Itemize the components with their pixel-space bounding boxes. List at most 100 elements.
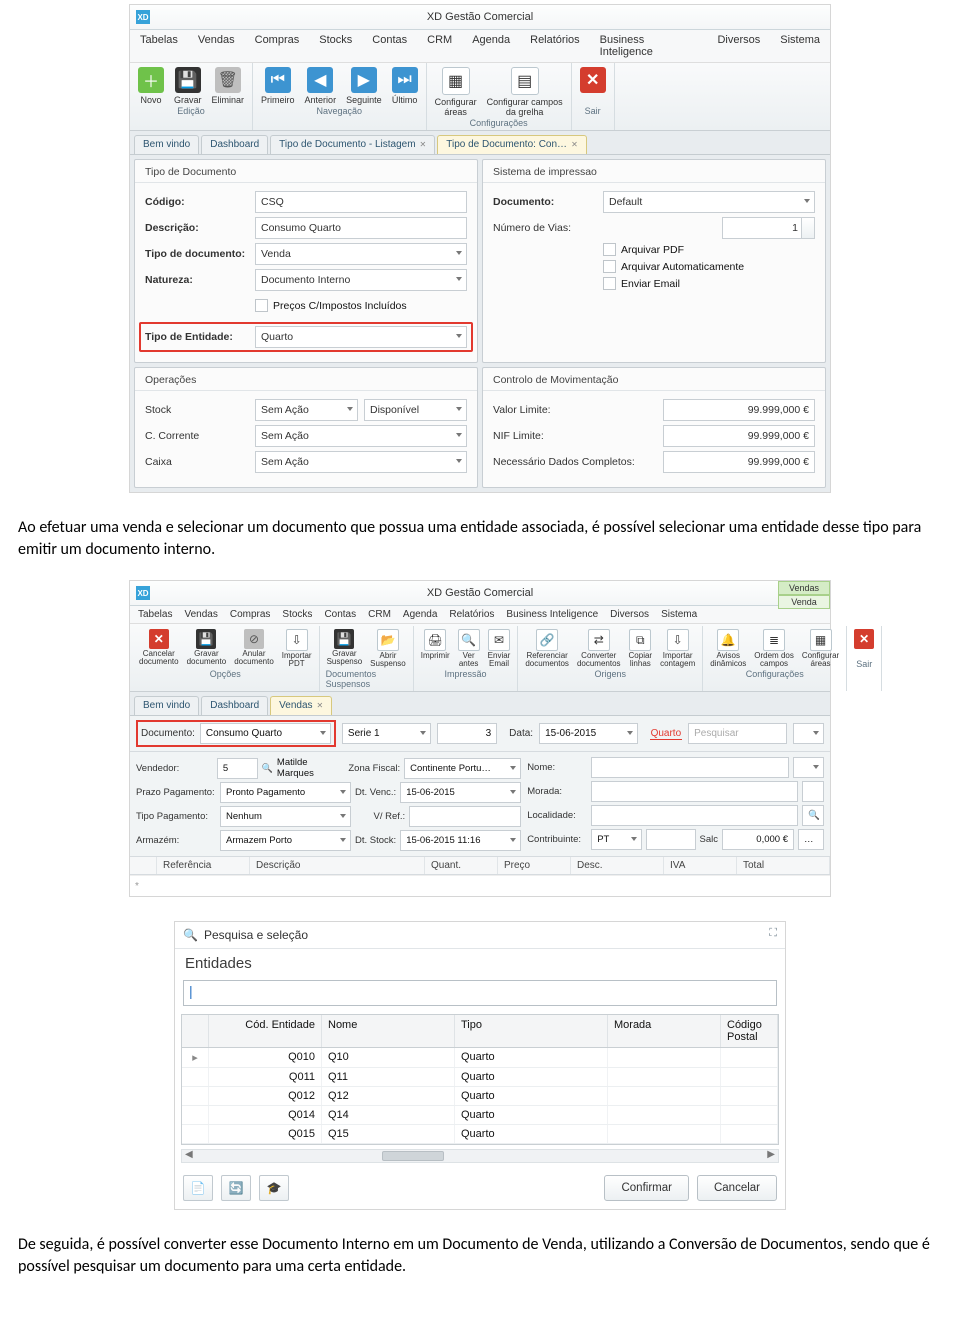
vias-spinner[interactable]: 1: [722, 217, 815, 239]
dados-completos-input[interactable]: 99.999,000 €: [663, 451, 815, 473]
menu-diversos[interactable]: Diversos: [610, 609, 649, 620]
menu-stocks[interactable]: Stocks: [282, 609, 312, 620]
scrollbar-thumb[interactable]: [382, 1151, 444, 1161]
novo-button[interactable]: ＋Novo: [136, 65, 166, 105]
stock-disp-select[interactable]: Disponível: [364, 399, 467, 421]
menu-vendas[interactable]: Vendas: [198, 34, 235, 58]
contrib-prefix[interactable]: PT: [591, 829, 642, 850]
tab-dashboard[interactable]: Dashboard: [201, 696, 268, 715]
tab-bemvindo[interactable]: Bem vindo: [134, 696, 199, 715]
table-row[interactable]: Q012Q12Quarto: [182, 1087, 778, 1106]
codigo-input[interactable]: CSQ: [255, 191, 467, 213]
cancelar-doc-button[interactable]: ✕Cancelar documento: [138, 628, 180, 668]
arquivar-auto-checkbox[interactable]: Arquivar Automaticamente: [603, 260, 815, 273]
context-tab-venda[interactable]: Venda: [778, 595, 830, 609]
menu-relatorios[interactable]: Relatórios: [449, 609, 494, 620]
tab-vendas[interactable]: Vendas✕: [270, 696, 332, 715]
vendedor-id[interactable]: 5: [217, 758, 258, 779]
close-tab-icon[interactable]: ✕: [571, 140, 578, 149]
lines-grid-body[interactable]: *: [130, 875, 830, 896]
pesquisar-input[interactable]: Pesquisar: [688, 723, 787, 744]
new-icon-button[interactable]: 📄: [183, 1175, 213, 1201]
copiar-linhas-button[interactable]: ⧉Copiar linhas: [628, 628, 654, 668]
table-row[interactable]: ▸Q010Q10Quarto: [182, 1048, 778, 1068]
menu-diversos[interactable]: Diversos: [717, 34, 760, 58]
contrib-input[interactable]: [646, 829, 695, 850]
tab-dashboard[interactable]: Dashboard: [201, 135, 268, 154]
avisos-button[interactable]: 🔔Avisos dinâmicos: [709, 628, 747, 668]
pesquisar-dd[interactable]: [793, 723, 824, 744]
cancelar-button[interactable]: Cancelar: [697, 1175, 777, 1201]
menu-compras[interactable]: Compras: [255, 34, 300, 58]
enviar-email-checkbox[interactable]: Enviar Email: [603, 277, 815, 290]
importar-contagem-button[interactable]: ⇩Importar contagem: [659, 628, 696, 668]
refresh-icon-button[interactable]: 🔄: [221, 1175, 251, 1201]
valor-limite-input[interactable]: 99.999,000 €: [663, 399, 815, 421]
ordem-campos-button[interactable]: ≣Ordem dos campos: [753, 628, 795, 668]
morada-plus[interactable]: [802, 781, 824, 802]
context-tab-vendas[interactable]: Vendas: [778, 581, 830, 595]
stock-select[interactable]: Sem Ação: [255, 399, 358, 421]
vref-input[interactable]: [409, 806, 521, 827]
localidade-search[interactable]: 🔍: [802, 805, 824, 826]
dialog-close-button[interactable]: ⛶: [769, 927, 777, 940]
anular-doc-button[interactable]: ⊘Anular documento: [233, 628, 275, 668]
config-campos-button[interactable]: ▤Configurar campos da grelha: [485, 65, 565, 117]
arquivar-pdf-checkbox[interactable]: Arquivar PDF: [603, 243, 815, 256]
config-areas-button[interactable]: ▦Configurar áreas: [433, 65, 479, 117]
caixa-select[interactable]: Sem Ação: [255, 451, 467, 473]
menu-contas[interactable]: Contas: [324, 609, 356, 620]
converter-button[interactable]: ⇄Converter documentos: [576, 628, 622, 668]
menu-bi[interactable]: Business Inteligence: [600, 34, 698, 58]
num-input[interactable]: 3: [437, 723, 497, 744]
tab-listagem[interactable]: Tipo de Documento - Listagem✕: [270, 135, 435, 154]
localidade-input[interactable]: [591, 805, 798, 826]
nome-input[interactable]: [591, 757, 789, 778]
seguinte-button[interactable]: ▶Seguinte: [344, 65, 384, 105]
tipo-doc-select[interactable]: Venda: [255, 243, 467, 265]
menu-crm[interactable]: CRM: [368, 609, 391, 620]
eliminar-button[interactable]: 🗑Eliminar: [210, 65, 247, 105]
confirmar-button[interactable]: Confirmar: [604, 1175, 688, 1201]
anterior-button[interactable]: ◀Anterior: [303, 65, 339, 105]
tab-bemvindo[interactable]: Bem vindo: [134, 135, 199, 154]
documento-select[interactable]: Consumo Quarto: [200, 723, 331, 744]
abrir-susp-button[interactable]: 📂Abrir Suspenso: [369, 628, 407, 668]
gravar-doc-button[interactable]: 💾Gravar documento: [186, 628, 228, 668]
natureza-select[interactable]: Documento Interno: [255, 269, 467, 291]
referenciar-button[interactable]: 🔗Referenciar documentos: [524, 628, 570, 668]
tipo-entidade-select[interactable]: Quarto: [255, 326, 467, 348]
menu-vendas[interactable]: Vendas: [184, 609, 217, 620]
menu-crm[interactable]: CRM: [427, 34, 452, 58]
menu-sistema[interactable]: Sistema: [661, 609, 697, 620]
descricao-input[interactable]: Consumo Quarto: [255, 217, 467, 239]
prazo-pag-select[interactable]: Pronto Pagamento: [220, 782, 351, 803]
menu-relatorios[interactable]: Relatórios: [530, 34, 580, 58]
ver-antes-button[interactable]: 🔍Ver antes: [457, 628, 481, 668]
serie-select[interactable]: Serie 1: [342, 723, 431, 744]
table-row[interactable]: Q014Q14Quarto: [182, 1106, 778, 1125]
primeiro-button[interactable]: ⏮Primeiro: [259, 65, 297, 105]
importar-pdt-button[interactable]: ⇩Importar PDT: [281, 628, 313, 668]
precos-checkbox[interactable]: Preços C/Impostos Incluídos: [255, 299, 407, 312]
menu-agenda[interactable]: Agenda: [403, 609, 437, 620]
table-row[interactable]: Q015Q15Quarto: [182, 1125, 778, 1144]
cap-icon-button[interactable]: 🎓: [259, 1175, 289, 1201]
config-areas-button[interactable]: ▦Configurar áreas: [801, 628, 840, 668]
doc-impressao-select[interactable]: Default: [603, 191, 815, 213]
enviar-email-button[interactable]: ✉Enviar Email: [487, 628, 512, 668]
sair-button[interactable]: ✕: [853, 628, 875, 658]
tab-tipodoc[interactable]: Tipo de Documento: Con…✕: [437, 135, 587, 154]
cc-select[interactable]: Sem Ação: [255, 425, 467, 447]
menu-bi[interactable]: Business Inteligence: [506, 609, 598, 620]
dt-venc-input[interactable]: 15-06-2015: [400, 782, 521, 803]
armazem-select[interactable]: Armazem Porto: [220, 830, 351, 851]
menu-agenda[interactable]: Agenda: [472, 34, 510, 58]
menu-sistema[interactable]: Sistema: [780, 34, 820, 58]
dt-stock-input[interactable]: 15-06-2015 11:16: [400, 830, 521, 851]
nif-limite-input[interactable]: 99.999,000 €: [663, 425, 815, 447]
h-scrollbar[interactable]: ◀ ▶: [181, 1149, 779, 1163]
menu-tabelas[interactable]: Tabelas: [140, 34, 178, 58]
menu-compras[interactable]: Compras: [230, 609, 271, 620]
close-tab-icon[interactable]: ✕: [420, 140, 427, 149]
